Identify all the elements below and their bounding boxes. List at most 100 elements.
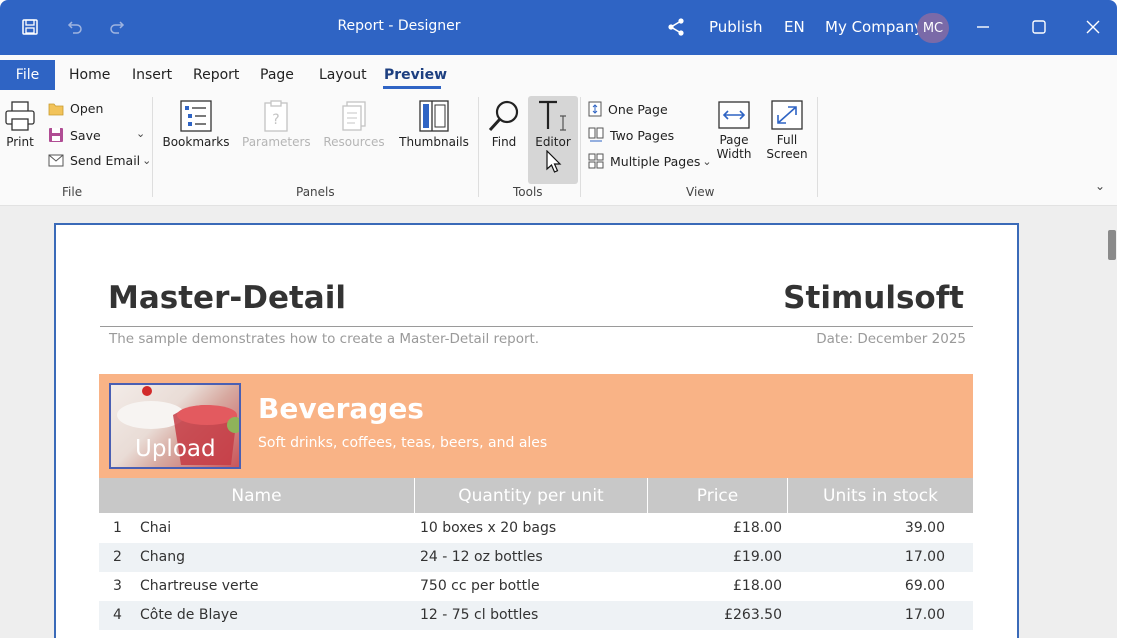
resources-button[interactable]: Resources — [320, 99, 388, 149]
active-tab-indicator — [383, 86, 441, 89]
one-page-label: One Page — [608, 101, 668, 117]
table-row: 2 Chang 24 - 12 oz bottles £19.00 17.00 — [99, 543, 973, 572]
share-icon[interactable] — [666, 17, 686, 37]
image-upload-label[interactable]: Upload — [135, 436, 216, 462]
table-header: Name Quantity per unit Price Units in st… — [99, 478, 973, 513]
row-number: 4 — [113, 607, 122, 623]
column-header-quantity: Quantity per unit — [458, 485, 604, 506]
send-email-dropdown-icon: ⌄ — [142, 154, 152, 167]
row-number: 3 — [113, 578, 122, 594]
thumbnails-label: Thumbnails — [399, 135, 469, 149]
quantity-per-unit: 24 - 12 oz bottles — [420, 549, 543, 565]
quantity-per-unit: 12 - 75 cl bottles — [420, 607, 539, 623]
column-header-price: Price — [696, 485, 739, 506]
row-number: 1 — [113, 520, 122, 536]
collapse-ribbon-icon[interactable]: ⌄ — [1095, 179, 1105, 193]
title-bar: Report - Designer Publish EN My Company … — [0, 0, 1117, 55]
thumbnails-button[interactable]: Thumbnails — [398, 99, 470, 149]
bookmarks-button[interactable]: Bookmarks — [162, 99, 230, 149]
open-label: Open — [70, 101, 104, 116]
save-dropdown-icon[interactable]: ⌄ — [136, 127, 145, 140]
ribbon-separator — [152, 97, 153, 197]
file-group-label: File — [62, 185, 83, 199]
full-screen-label-1: Full — [776, 133, 798, 147]
bookmarks-icon — [180, 100, 212, 132]
tab-home[interactable]: Home — [69, 67, 110, 83]
row-number: 2 — [113, 549, 122, 565]
full-screen-label-2: Screen — [766, 147, 808, 161]
language-button[interactable]: EN — [784, 18, 805, 36]
editor-button[interactable]: Editor — [530, 99, 576, 149]
two-pages-icon — [588, 127, 604, 142]
save-button[interactable]: Save — [48, 127, 101, 143]
tab-report[interactable]: Report — [193, 67, 239, 83]
product-name: Chartreuse verte — [140, 578, 259, 594]
print-button[interactable]: Print — [3, 99, 37, 149]
category-name: Beverages — [258, 392, 424, 425]
product-name: Côte de Blaye — [140, 607, 238, 623]
resources-label: Resources — [323, 135, 385, 149]
two-pages-button[interactable]: Two Pages — [588, 127, 674, 143]
parameters-button[interactable]: ? Parameters — [242, 99, 311, 149]
find-label: Find — [491, 135, 517, 149]
avatar[interactable]: MC — [917, 13, 949, 43]
tab-file[interactable]: File — [0, 60, 55, 90]
column-header-name: Name — [231, 485, 282, 506]
tab-preview[interactable]: Preview — [384, 67, 447, 83]
print-label: Print — [6, 135, 34, 149]
price: £19.00 — [733, 549, 782, 565]
column-header-stock: Units in stock — [823, 485, 938, 506]
close-icon[interactable] — [1083, 17, 1103, 37]
one-page-icon — [588, 101, 602, 117]
product-name: Chang — [140, 549, 185, 565]
open-button[interactable]: Open — [48, 101, 103, 116]
multiple-pages-icon — [588, 153, 604, 169]
maximize-icon[interactable] — [1029, 17, 1049, 37]
units-in-stock: 17.00 — [904, 549, 945, 565]
one-page-button[interactable]: One Page — [588, 101, 668, 117]
resources-icon — [342, 101, 366, 131]
multiple-pages-label: Multiple Pages — [610, 153, 701, 169]
text-editor-icon — [539, 100, 566, 131]
mouse-cursor-icon — [546, 150, 562, 173]
product-name: Chai — [140, 520, 172, 536]
panels-group-label: Panels — [296, 185, 335, 199]
header-divider — [100, 326, 973, 327]
company-name[interactable]: My Company — [825, 18, 923, 36]
tab-insert[interactable]: Insert — [132, 67, 172, 83]
report-date: Date: December 2025 — [816, 331, 966, 347]
units-in-stock: 69.00 — [904, 578, 945, 594]
page-width-icon — [718, 101, 750, 129]
vertical-scrollbar[interactable] — [1108, 230, 1116, 260]
price: £263.50 — [724, 607, 782, 623]
magnifier-icon — [488, 100, 519, 132]
report-brand: Stimulsoft — [783, 280, 964, 316]
price: £18.00 — [733, 578, 782, 594]
minimize-icon[interactable] — [973, 17, 993, 37]
full-screen-button[interactable]: Full Screen — [764, 99, 810, 161]
report-description: The sample demonstrates how to create a … — [109, 331, 540, 347]
ribbon-separator — [580, 97, 581, 197]
send-email-button[interactable]: Send Email ⌄ — [48, 153, 151, 168]
thumbnails-icon — [419, 100, 449, 132]
publish-button[interactable]: Publish — [709, 18, 762, 36]
editor-label: Editor — [535, 135, 571, 149]
view-group-label: View — [686, 185, 715, 199]
save-label: Save — [70, 127, 101, 143]
table-row: 4 Côte de Blaye 12 - 75 cl bottles £263.… — [99, 601, 973, 630]
page-width-label-1: Page — [719, 133, 749, 147]
tab-layout[interactable]: Layout — [319, 67, 367, 83]
two-pages-label: Two Pages — [610, 127, 675, 143]
bookmarks-label: Bookmarks — [162, 135, 230, 149]
multiple-pages-dropdown-icon: ⌄ — [702, 154, 712, 168]
multiple-pages-button[interactable]: Multiple Pages ⌄ — [588, 153, 712, 169]
folder-icon — [48, 103, 64, 115]
tab-page[interactable]: Page — [260, 67, 294, 83]
ribbon-separator — [478, 97, 479, 197]
units-in-stock: 39.00 — [904, 520, 945, 536]
clipboard-icon: ? — [264, 100, 288, 132]
find-button[interactable]: Find — [486, 99, 522, 149]
parameters-label: Parameters — [242, 135, 311, 149]
page-width-label-2: Width — [716, 147, 752, 161]
page-width-button[interactable]: Page Width — [712, 99, 756, 161]
